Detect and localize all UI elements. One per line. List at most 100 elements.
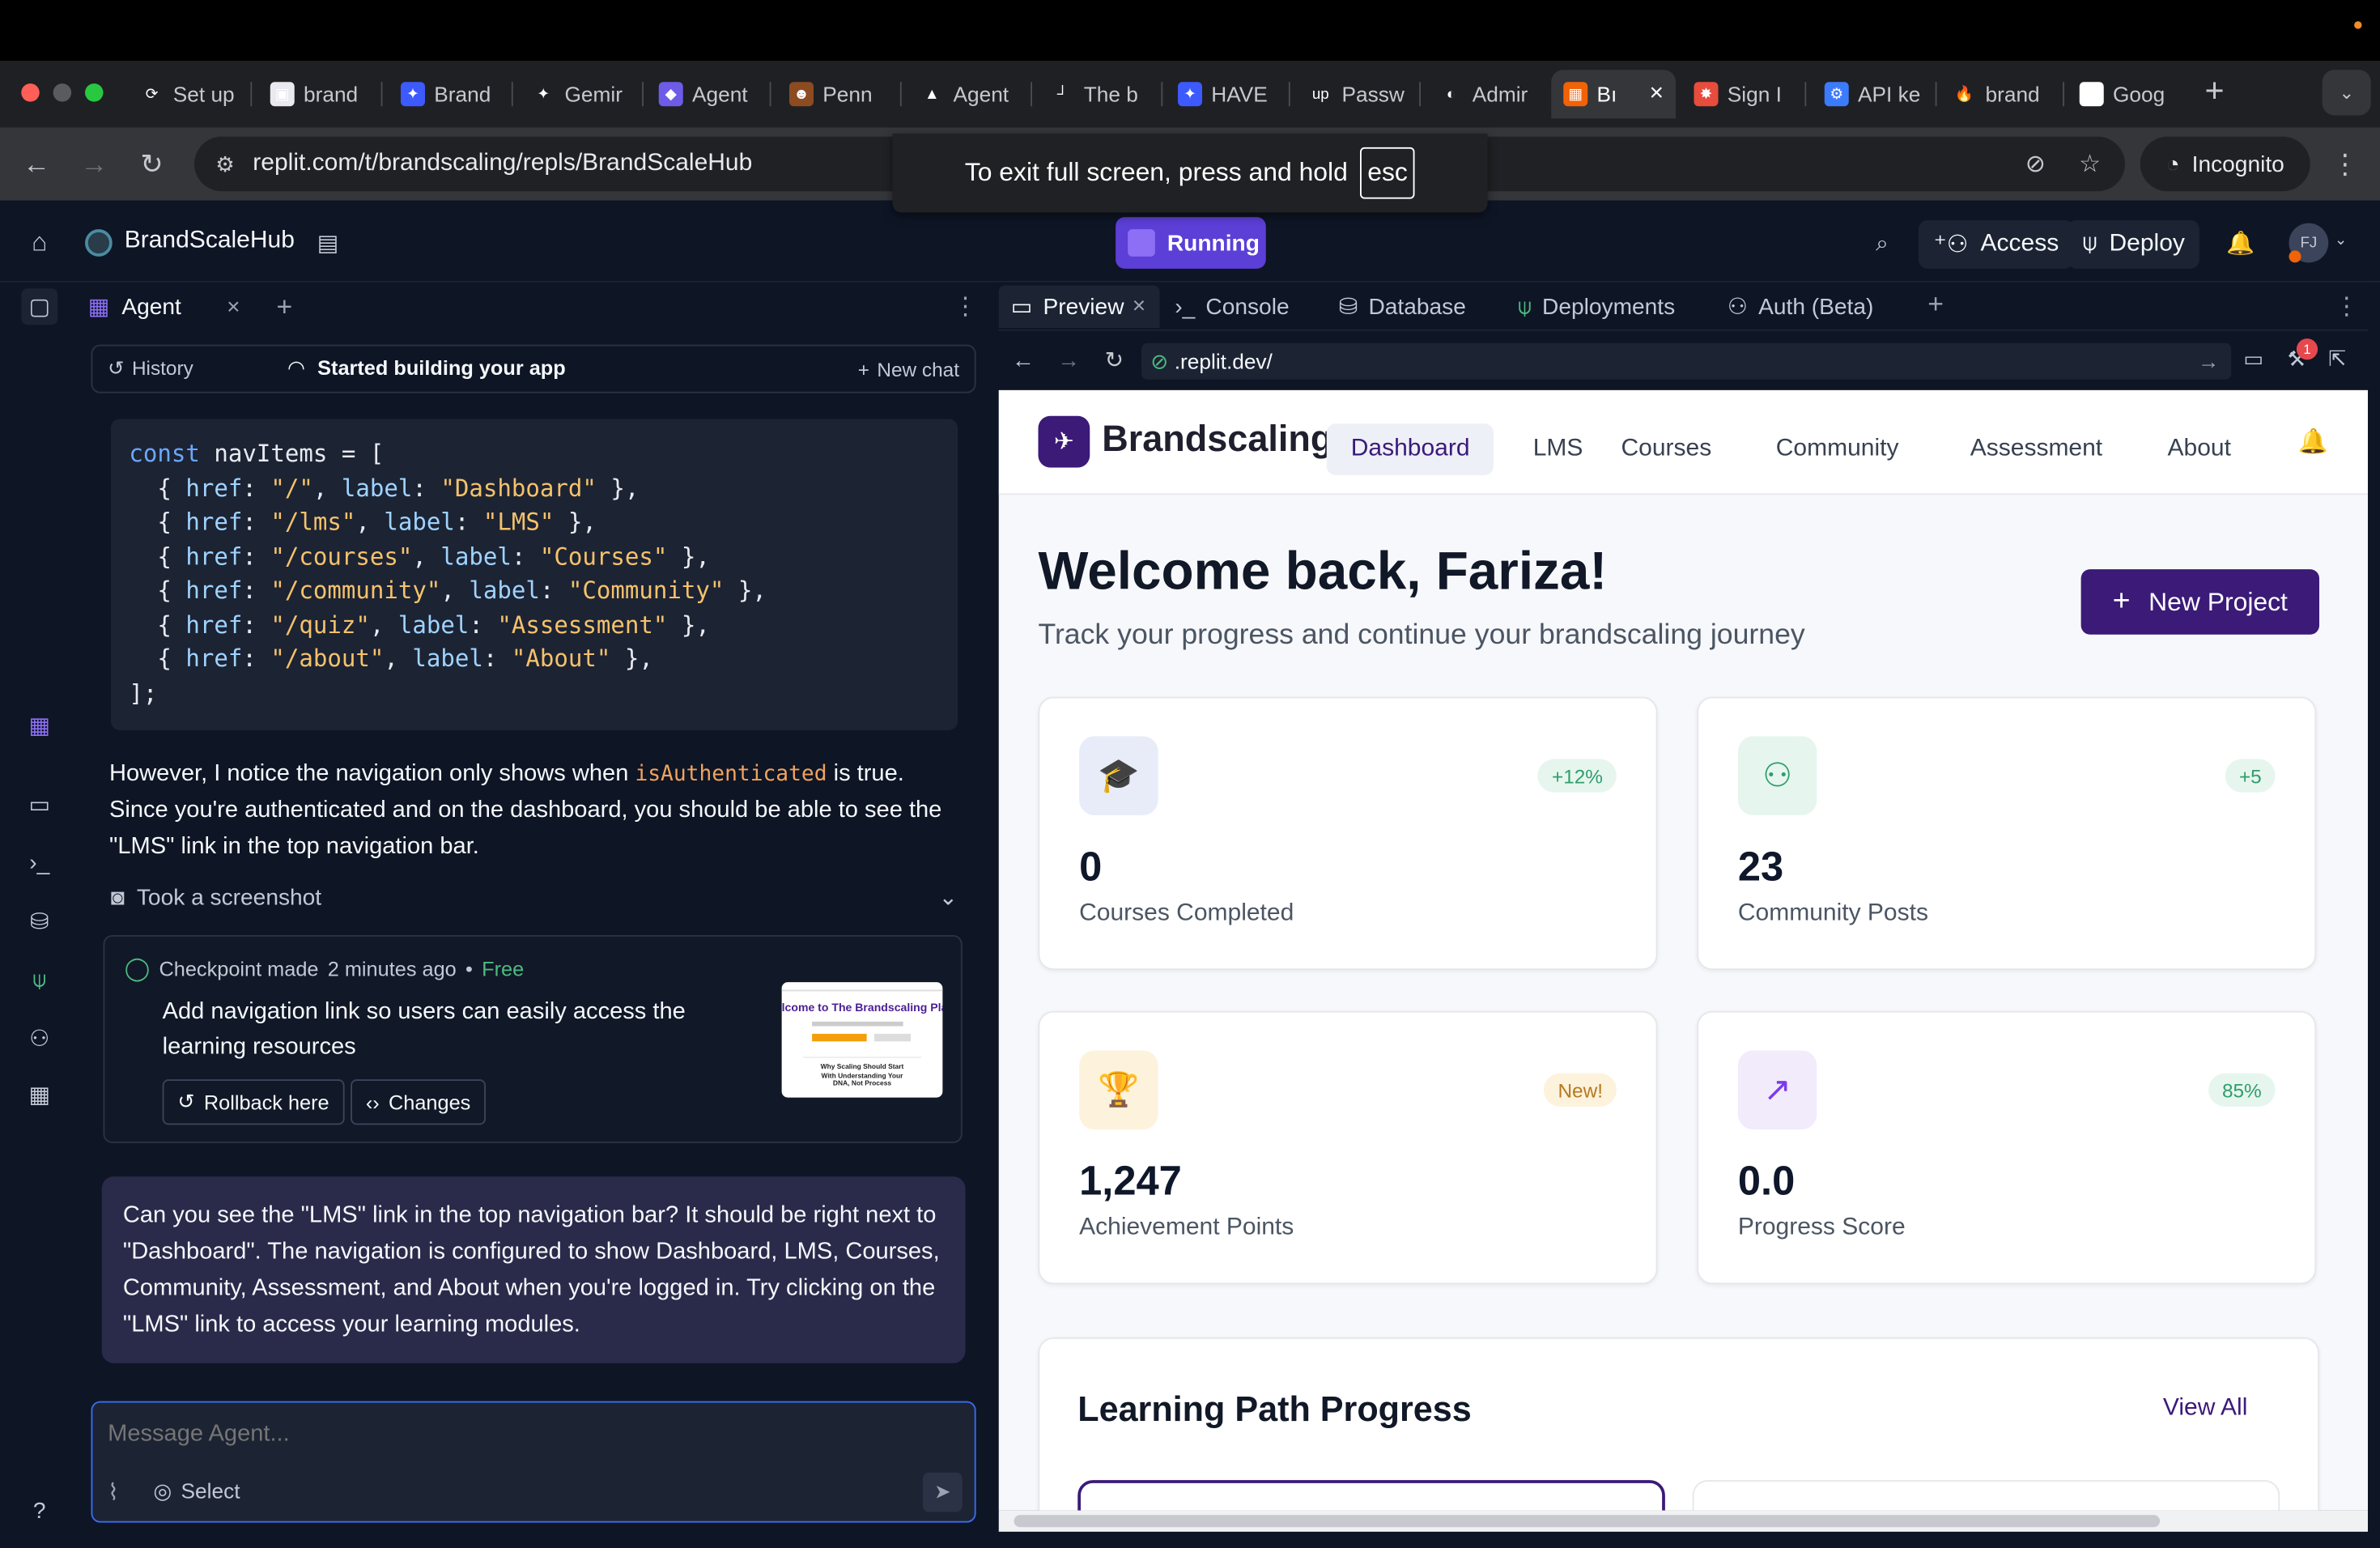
run-status-button[interactable]: Running [1116, 217, 1266, 269]
history-button[interactable]: ↺ History [108, 357, 193, 381]
auth-rail-icon[interactable]: ⚇ [21, 1020, 57, 1057]
new-chat-button[interactable]: + New chat [858, 358, 959, 381]
agent-menu-icon[interactable]: ⋮ [954, 291, 978, 322]
bookmark-star-icon[interactable]: ☆ [2079, 149, 2101, 180]
learning-module-card-2[interactable] [1692, 1480, 2280, 1511]
tab-search-button[interactable]: ⌄ [2322, 70, 2371, 116]
forward-button[interactable]: → [76, 146, 113, 182]
app-bell-icon[interactable]: 🔔 [2298, 427, 2328, 457]
preview-tab-database[interactable]: ⛁ Database [1339, 286, 1466, 329]
help-icon[interactable]: ? [21, 1492, 57, 1529]
resize-handle[interactable] [989, 282, 999, 1548]
minimize-window-button[interactable] [53, 83, 72, 102]
database-rail-icon[interactable]: ⛁ [21, 904, 57, 940]
browser-tab[interactable]: ⚙ API ke [1813, 70, 1931, 118]
expand-chevron-icon[interactable]: ⌄ [939, 883, 958, 911]
device-icon[interactable]: ▭ [2243, 347, 2263, 372]
app-nav-community[interactable]: Community [1776, 423, 1899, 475]
browser-tab[interactable]: ✸ Sign I [1682, 70, 1800, 118]
separator-dot: • [465, 957, 473, 980]
browser-tab[interactable]: ▲ Agent [907, 70, 1026, 118]
browser-tab[interactable]: 🔥 brand [1940, 70, 2058, 118]
project-name[interactable]: BrandScaleHub [125, 228, 295, 255]
user-message: Can you see the "LMS" link in the top na… [101, 1176, 966, 1363]
checkpoint-thumbnail[interactable]: lcome to The Brandscaling Platfo Why Sca… [781, 982, 943, 1098]
screenshot-step[interactable]: ◙ Took a screenshot ⌄ [111, 883, 958, 911]
rocket-logo-icon[interactable]: ✈ [1038, 415, 1090, 468]
browser-tab[interactable]: ◐ Admir [1427, 70, 1545, 118]
agent-rail-icon[interactable]: ▦ [21, 708, 57, 744]
app-nav-assessment[interactable]: Assessment [1970, 423, 2102, 475]
app-nav-courses[interactable]: Courses [1621, 423, 1712, 475]
preview-tab-preview[interactable]: ▭ Preview [1011, 286, 1124, 329]
tab-title: brand [1985, 82, 2040, 107]
browser-tab[interactable]: ✦ HAVE [1166, 70, 1284, 118]
new-tab-button[interactable]: + [2198, 74, 2231, 108]
preview-url-bar[interactable]: ⊘ .replit.dev/ → [1141, 342, 2232, 380]
app-nav-lms[interactable]: LMS [1533, 423, 1583, 475]
rollback-button[interactable]: ↺ Rollback here [162, 1079, 345, 1125]
home-icon[interactable]: ⌂ [21, 225, 57, 262]
changes-button[interactable]: ‹› Changes [351, 1079, 487, 1125]
tab-favicon-icon: ✦ [1178, 82, 1202, 107]
open-new-window-icon[interactable]: ⇱ [2328, 347, 2346, 372]
select-element-button[interactable]: ◎ Select [153, 1478, 240, 1504]
site-settings-icon[interactable]: ⚙ [215, 151, 235, 177]
fullscreen-window-button[interactable] [85, 83, 104, 102]
add-pane-icon[interactable]: + [277, 291, 293, 322]
browser-tab[interactable]: ▣ brand [258, 70, 376, 118]
browser-tab[interactable]: ⟳ Set up [128, 70, 246, 118]
reload-button[interactable]: ↻ [134, 146, 170, 182]
app-nav-about[interactable]: About [2168, 423, 2231, 475]
browser-menu-icon[interactable]: ⋮ [2327, 146, 2363, 182]
browser-tab[interactable]: ✦ Gemir [519, 70, 637, 118]
attach-icon[interactable]: ⌇ [108, 1478, 119, 1506]
browser-tab[interactable]: ☻ Penn [777, 70, 895, 118]
browser-tab[interactable]: ◆ Agent [647, 70, 765, 118]
preview-tab-deployments[interactable]: ⍦ Deployments [1518, 286, 1675, 329]
console-rail-icon[interactable]: ›_ [21, 844, 57, 881]
browser-tab[interactable]: ✦ Brand [389, 70, 507, 118]
preview-rail-icon[interactable]: ▭ [21, 786, 57, 823]
close-tab-icon[interactable]: × [1649, 80, 1664, 108]
back-button[interactable]: ← [19, 146, 55, 182]
view-all-link[interactable]: View All [2163, 1395, 2248, 1423]
all-tools-icon[interactable]: ▦ [21, 1076, 57, 1112]
explorer-icon[interactable]: ▢ [21, 288, 58, 325]
go-arrow-icon[interactable]: → [2198, 349, 2219, 373]
brand-name[interactable]: Brandscaling [1102, 419, 1332, 462]
scrollbar-thumb[interactable] [1014, 1515, 2161, 1528]
access-button[interactable]: ⁺⚇ Access [1919, 219, 2074, 269]
preview-reload-button[interactable]: ↻ [1096, 343, 1133, 380]
close-preview-tab-icon[interactable]: × [1133, 293, 1145, 319]
new-project-button[interactable]: + New Project [2080, 569, 2319, 635]
eye-off-icon[interactable]: ⊘ [2025, 149, 2046, 180]
close-window-button[interactable] [21, 83, 40, 102]
browser-tab[interactable]: ┘ The b [1039, 70, 1157, 118]
preview-forward-button[interactable]: → [1051, 343, 1087, 380]
preview-tab-console[interactable]: ›_ Console [1175, 286, 1289, 329]
stat-badge: 85% [2208, 1073, 2276, 1107]
learning-module-card-1[interactable] [1077, 1480, 1665, 1511]
browser-tab[interactable]: up Passw [1296, 70, 1414, 118]
project-info-icon[interactable]: ▤ [310, 225, 346, 262]
preview-menu-icon[interactable]: ⋮ [2335, 291, 2359, 322]
message-input[interactable] [108, 1418, 958, 1452]
preview-tab-auth[interactable]: ⚇ Auth (Beta) [1728, 286, 1874, 329]
app-nav-dashboard[interactable]: Dashboard [1326, 423, 1494, 475]
close-agent-tab-icon[interactable]: × [227, 294, 240, 320]
incognito-indicator[interactable]: ◔ Incognito [2140, 136, 2310, 192]
search-icon[interactable]: ⌕ [1864, 225, 1901, 262]
browser-tab[interactable]: G Goog [2068, 70, 2186, 118]
notifications-bell-icon[interactable]: 🔔 [2222, 225, 2259, 262]
send-button[interactable]: ➤ [923, 1472, 963, 1512]
horizontal-scrollbar[interactable] [998, 1510, 2368, 1532]
deploy-button[interactable]: ⍦ Deploy [2067, 219, 2200, 269]
message-input-box[interactable]: ⌇ ◎ Select ➤ [91, 1401, 976, 1523]
add-tab-icon[interactable]: + [1927, 288, 1944, 320]
agent-tab[interactable]: ▦ Agent × + [88, 284, 293, 330]
preview-back-button[interactable]: ← [1005, 343, 1041, 380]
browser-tab[interactable]: ▦ Bı × [1551, 70, 1676, 119]
deployments-rail-icon[interactable]: ⍦ [21, 961, 57, 997]
avatar-chevron-icon[interactable]: ⌄ [2335, 232, 2348, 249]
